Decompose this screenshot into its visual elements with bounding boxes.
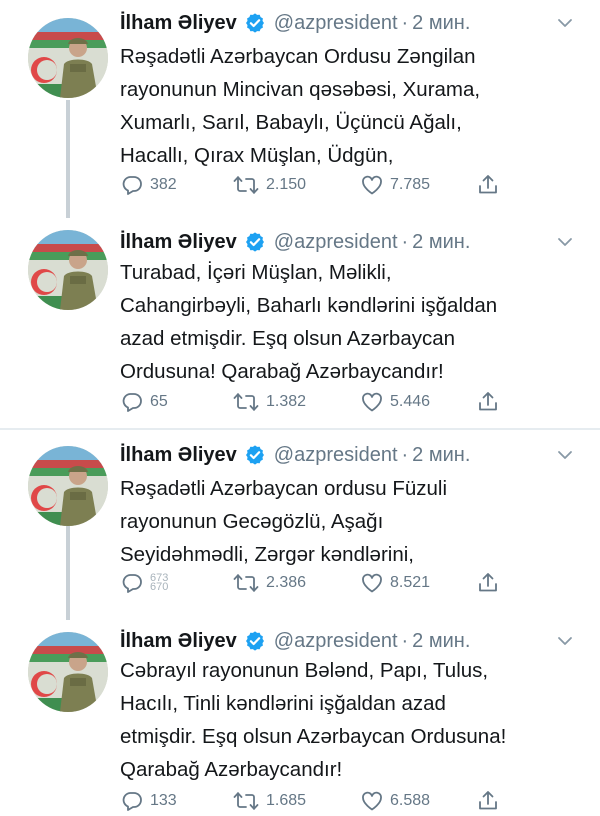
timestamp[interactable]: 2 мин. [412,12,470,35]
share-button[interactable] [476,571,506,595]
like-count: 7.785 [390,176,431,193]
verified-badge-icon [244,12,266,34]
reply-bubble-icon [120,390,144,414]
verified-badge-icon [244,444,266,466]
tweet-header: İlham Əliyev @azpresident · 2 мин. [120,440,470,470]
separator-dot: · [401,629,409,652]
tweet[interactable]: İlham Əliyev @azpresident · 2 мин. Turab… [0,218,600,428]
heart-icon [360,789,384,813]
tweet-actions: 133 1.685 6.588 [120,788,520,814]
share-icon [476,571,500,595]
verified-badge-icon [244,630,266,652]
author-name[interactable]: İlham Əliyev [120,630,237,653]
tweet[interactable]: İlham Əliyev @azpresident · 2 мин. Rəşad… [0,0,600,218]
reply-bubble-icon [120,789,144,813]
avatar[interactable] [28,632,108,712]
chevron-down-icon[interactable] [556,446,574,464]
tweet[interactable]: İlham Əliyev @azpresident · 2 мин. Cəbra… [0,620,600,816]
timestamp[interactable]: 2 мин. [412,444,470,467]
retweet-count: 2.386 [266,574,307,591]
retweet-count: 1.685 [266,792,307,809]
timestamp[interactable]: 2 мин. [412,630,470,653]
tweet-actions: 65 1.382 5.446 [120,389,520,415]
like-button[interactable]: 7.785 [360,173,430,197]
author-handle[interactable]: @azpresident [274,630,398,653]
timestamp[interactable]: 2 мин. [412,231,470,254]
tweet-header: İlham Əliyev @azpresident · 2 мин. [120,8,470,38]
tweet-header: İlham Əliyev @azpresident · 2 мин. [120,227,470,257]
tweet-text: Rəşadətli Azərbaycan ordusu Füzuli rayon… [120,477,448,566]
thread-line [66,100,70,218]
retweet-count: 2.150 [266,176,307,193]
tweet[interactable]: İlham Əliyev @azpresident · 2 мин. Rəşad… [0,430,600,620]
separator-dot: · [401,11,409,34]
tweet-actions: 673 670 2.386 8.521 [120,570,520,596]
like-button[interactable]: 6.588 [360,789,430,813]
reply-button[interactable]: 133 [120,789,177,813]
tweet-actions: 382 2.150 7.785 [120,172,520,198]
reply-count: 133 [150,792,177,809]
reply-count: 673 670 [150,572,169,593]
retweet-count: 1.382 [266,393,307,410]
chevron-down-icon[interactable] [556,233,574,251]
share-button[interactable] [476,173,506,197]
retweet-button[interactable]: 1.382 [232,390,306,414]
share-icon [476,173,500,197]
reply-bubble-icon [120,173,144,197]
retweet-button[interactable]: 1.685 [232,789,306,813]
heart-icon [360,390,384,414]
verified-badge-icon [244,231,266,253]
tweet-text: Rəşadətli Azərbaycan Ordusu Zəngilan ray… [120,45,481,167]
retweet-icon [232,390,260,414]
like-button[interactable]: 5.446 [360,390,430,414]
like-count: 8.521 [390,574,431,591]
share-icon [476,789,500,813]
avatar[interactable] [28,230,108,310]
separator-dot: · [401,443,409,466]
reply-button[interactable]: 673 670 [120,571,168,595]
author-name[interactable]: İlham Əliyev [120,12,237,35]
separator-dot: · [401,230,409,253]
tweet-header: İlham Əliyev @azpresident · 2 мин. [120,626,470,656]
retweet-button[interactable]: 2.386 [232,571,306,595]
reply-button[interactable]: 65 [120,390,168,414]
like-count: 6.588 [390,792,431,809]
avatar[interactable] [28,446,108,526]
share-button[interactable] [476,789,506,813]
tweet-text: Cəbrayıl rayonunun Bələnd, Papı, Tulus, … [120,659,507,781]
retweet-icon [232,789,260,813]
thread-line [66,526,70,620]
retweet-button[interactable]: 2.150 [232,173,306,197]
author-handle[interactable]: @azpresident [274,12,398,35]
like-button[interactable]: 8.521 [360,571,430,595]
chevron-down-icon[interactable] [556,14,574,32]
like-count: 5.446 [390,393,431,410]
reply-count: 65 [150,393,168,410]
share-icon [476,390,500,414]
avatar[interactable] [28,18,108,98]
tweet-text: Turabad, İçəri Müşlan, Məlikli, Cahangir… [120,261,498,383]
author-handle[interactable]: @azpresident [274,444,398,467]
chevron-down-icon[interactable] [556,632,574,650]
heart-icon [360,173,384,197]
retweet-icon [232,173,260,197]
reply-count: 382 [150,176,177,193]
author-name[interactable]: İlham Əliyev [120,444,237,467]
reply-button[interactable]: 382 [120,173,177,197]
author-name[interactable]: İlham Əliyev [120,231,237,254]
reply-bubble-icon [120,571,144,595]
author-handle[interactable]: @azpresident [274,231,398,254]
share-button[interactable] [476,390,506,414]
retweet-icon [232,571,260,595]
heart-icon [360,571,384,595]
